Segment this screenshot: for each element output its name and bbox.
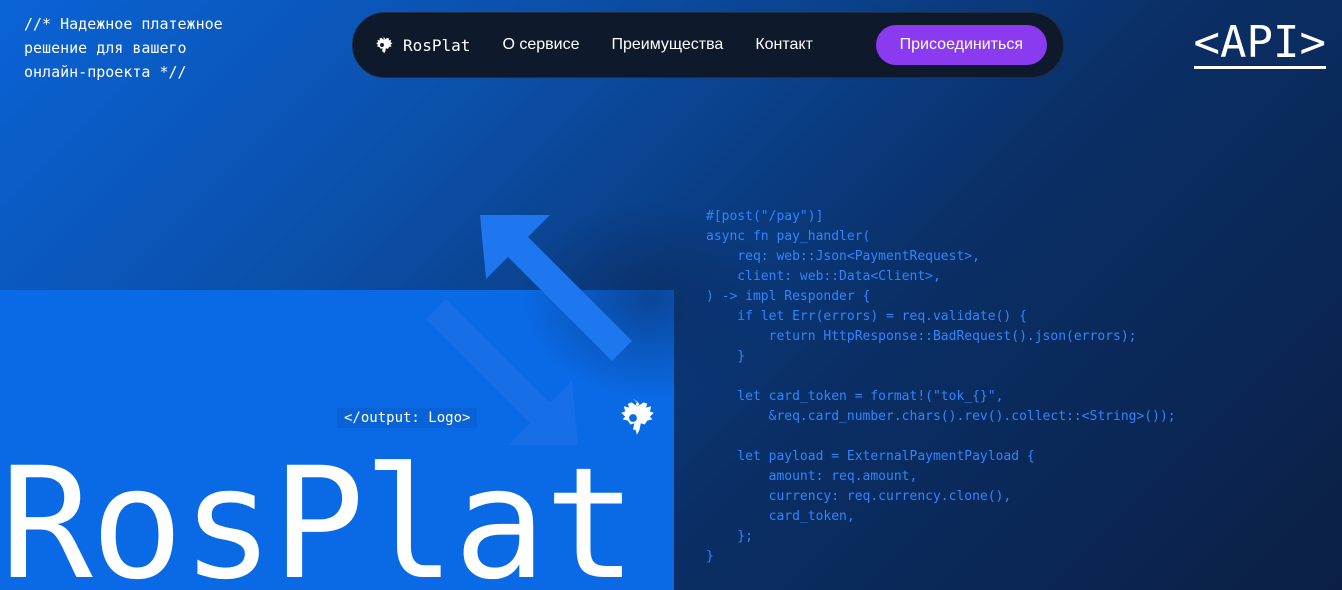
code-line: amount: req.amount, xyxy=(706,469,918,484)
code-line: req: web::Json<PaymentRequest>, xyxy=(706,249,980,264)
nav-link-advantages[interactable]: Преимущества xyxy=(611,36,723,54)
code-line: } xyxy=(706,549,714,564)
join-button[interactable]: Присоединиться xyxy=(875,25,1047,65)
code-snippet: #[post("/pay")] async fn pay_handler( req… xyxy=(706,207,1176,567)
code-line: if let Err(errors) = req.validate() { xyxy=(706,309,1027,324)
code-line: let payload = ExternalPaymentPayload { xyxy=(706,449,1035,464)
code-line: #[post("/pay")] xyxy=(706,209,824,224)
code-line: } xyxy=(706,349,746,364)
site-tagline: //* Надежное платежное решение для вашег… xyxy=(24,15,223,81)
code-line: }; xyxy=(706,529,753,544)
code-line: currency: req.currency.clone(), xyxy=(706,489,1012,504)
code-line: async fn pay_handler( xyxy=(706,229,871,244)
main-navigation: RosPlat О сервисе Преимущества Контакт П… xyxy=(352,12,1064,78)
code-line: return HttpResponse::BadRequest().json(e… xyxy=(706,329,1137,344)
output-label: </output: Logo> xyxy=(337,408,478,428)
code-line: &req.card_number.chars().rev().collect::… xyxy=(706,409,1176,424)
api-link[interactable]: <API> xyxy=(1193,20,1326,69)
nav-link-contact[interactable]: Контакт xyxy=(755,36,813,54)
code-line: let card_token = format!("tok_{}", xyxy=(706,389,1004,404)
nav-logo[interactable]: RosPlat xyxy=(369,32,470,58)
hero-title: RosPlat xyxy=(0,435,637,590)
nav-brand: RosPlat xyxy=(403,35,471,55)
eagle-icon xyxy=(376,35,393,54)
code-line: client: web::Data<Client>, xyxy=(706,269,941,284)
code-line: card_token, xyxy=(706,509,855,524)
code-line: ) -> impl Responder { xyxy=(706,289,871,304)
nav-link-about[interactable]: О сервисе xyxy=(502,36,579,54)
